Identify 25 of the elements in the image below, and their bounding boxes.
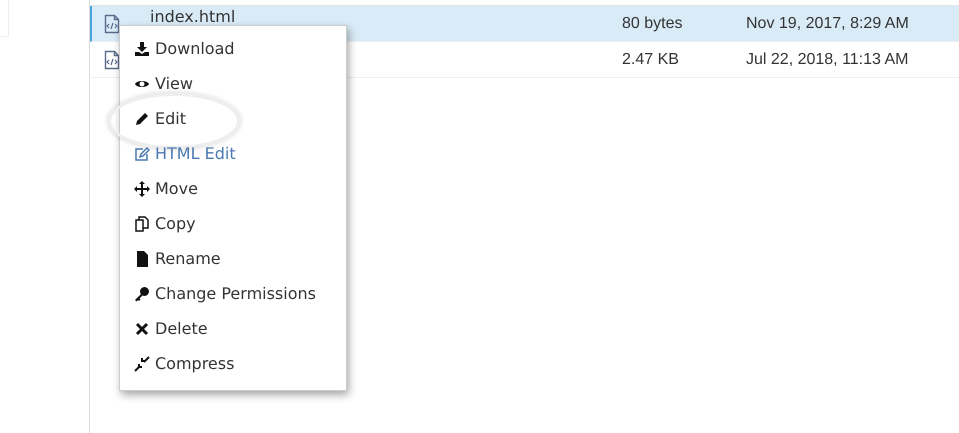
code-file-icon [104, 50, 120, 70]
file-date: Nov 19, 2017, 8:29 AM [746, 14, 909, 32]
menu-item[interactable]: Edit [134, 109, 186, 128]
file-size: 80 bytes [622, 14, 684, 32]
close-icon [134, 320, 150, 336]
menu-item[interactable]: Copy [134, 214, 196, 233]
menu-item[interactable]: Compress [134, 354, 234, 373]
menu-item[interactable]: Change Permissions [134, 284, 316, 303]
file-name: index.html [150, 7, 236, 26]
pencil-icon [134, 110, 150, 126]
code-file-icon [104, 14, 120, 34]
menu-item[interactable]: Download [134, 39, 235, 58]
download-icon [134, 40, 150, 56]
menu-item[interactable]: Move [134, 179, 198, 198]
menu-item[interactable]: Delete [134, 319, 208, 338]
file-date: Jul 22, 2018, 11:13 AM [746, 50, 908, 68]
menu-item[interactable]: HTML Edit [134, 144, 236, 163]
file-size: 2.47 KB [622, 50, 680, 68]
copy-icon [134, 216, 150, 232]
move-icon [134, 180, 150, 196]
file-icon [134, 250, 150, 266]
edit-square-icon [134, 146, 150, 162]
key-icon [134, 286, 150, 302]
menu-item[interactable]: Rename [134, 249, 221, 268]
compress-icon [134, 356, 150, 372]
